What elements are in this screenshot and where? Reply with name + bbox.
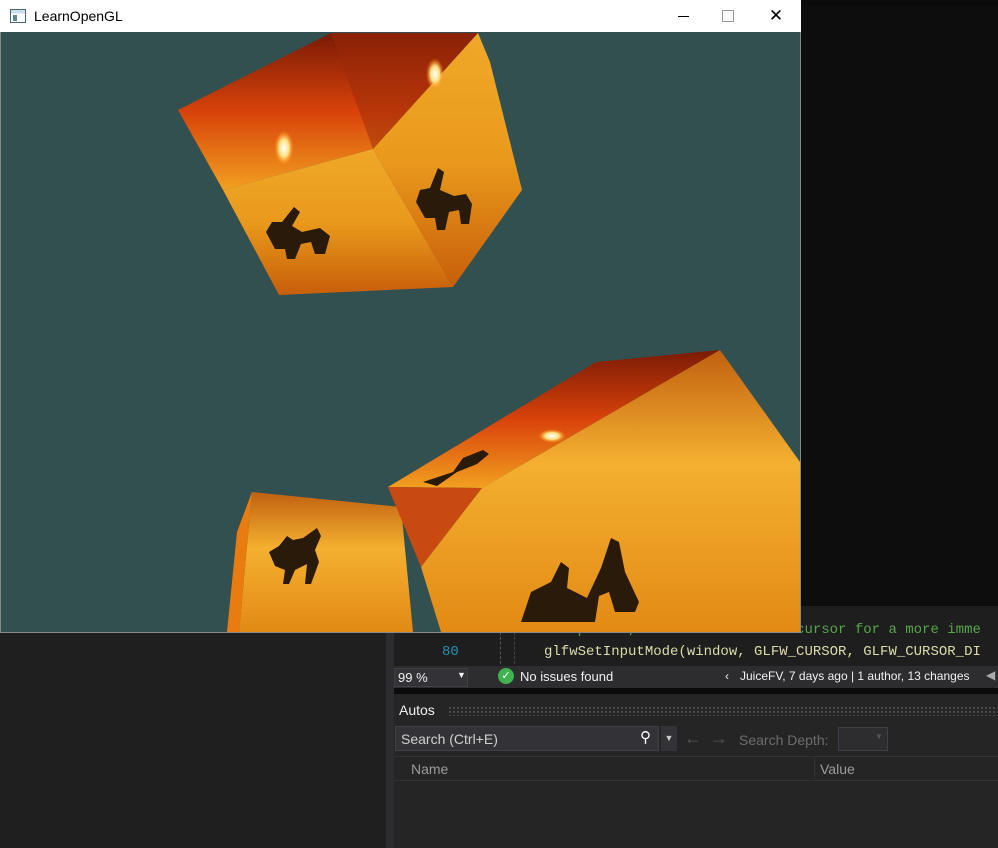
autos-panel <box>394 694 998 848</box>
autos-search-input[interactable]: Search (Ctrl+E) <box>395 726 659 751</box>
code-line: glfwSetInputMode(window, GLFW_CURSOR, GL… <box>544 644 981 660</box>
zoom-value: 99 % <box>398 670 428 685</box>
arrow-right-icon[interactable]: → <box>710 728 728 749</box>
chevron-down-icon[interactable]: ▼ <box>661 726 677 751</box>
line-number: 80 <box>442 644 459 660</box>
chevron-down-icon: ▼ <box>875 732 883 741</box>
arrow-left-icon[interactable]: ← <box>684 728 702 749</box>
divider <box>394 780 998 781</box>
close-button[interactable]: ✕ <box>753 0 799 32</box>
column-header-name[interactable]: Name <box>411 761 448 777</box>
check-circle-icon: ✓ <box>498 668 514 684</box>
autos-title: Autos <box>399 702 435 718</box>
maximize-icon <box>722 10 734 22</box>
opengl-viewport[interactable] <box>1 32 800 632</box>
column-header-value[interactable]: Value <box>820 761 855 777</box>
search-depth-dropdown[interactable]: ▼ <box>838 727 888 751</box>
divider <box>394 756 998 757</box>
chevron-down-icon: ▼ <box>457 670 466 680</box>
rendered-scene <box>178 33 800 632</box>
zoom-dropdown[interactable]: 99 % ▼ <box>394 668 468 687</box>
column-divider[interactable] <box>814 757 815 779</box>
maximize-button[interactable] <box>705 0 751 32</box>
panel-grip[interactable] <box>448 706 998 716</box>
search-icon[interactable]: ⚲ <box>640 728 660 748</box>
cube-bottom-right <box>388 350 800 632</box>
cube-top <box>178 33 522 295</box>
cube-bottom-left <box>227 492 413 632</box>
app-icon <box>10 9 26 23</box>
close-icon: ✕ <box>768 6 784 25</box>
window-title: LearnOpenGL <box>34 8 123 24</box>
chevron-left-icon[interactable]: ‹ <box>725 669 729 683</box>
window-titlebar[interactable]: LearnOpenGL ✕ <box>0 0 801 32</box>
git-blame-info[interactable]: JuiceFV, 7 days ago | 1 author, 13 chang… <box>740 669 970 683</box>
ide-splitter[interactable] <box>386 632 394 848</box>
ide-background <box>800 6 998 606</box>
minimize-button[interactable] <box>660 0 706 32</box>
chevron-left-icon[interactable]: ◀ <box>986 668 995 682</box>
issues-status[interactable]: No issues found <box>520 669 613 684</box>
search-depth-label: Search Depth: <box>739 732 829 748</box>
search-placeholder: Search (Ctrl+E) <box>401 731 498 747</box>
minimize-icon <box>677 15 689 17</box>
